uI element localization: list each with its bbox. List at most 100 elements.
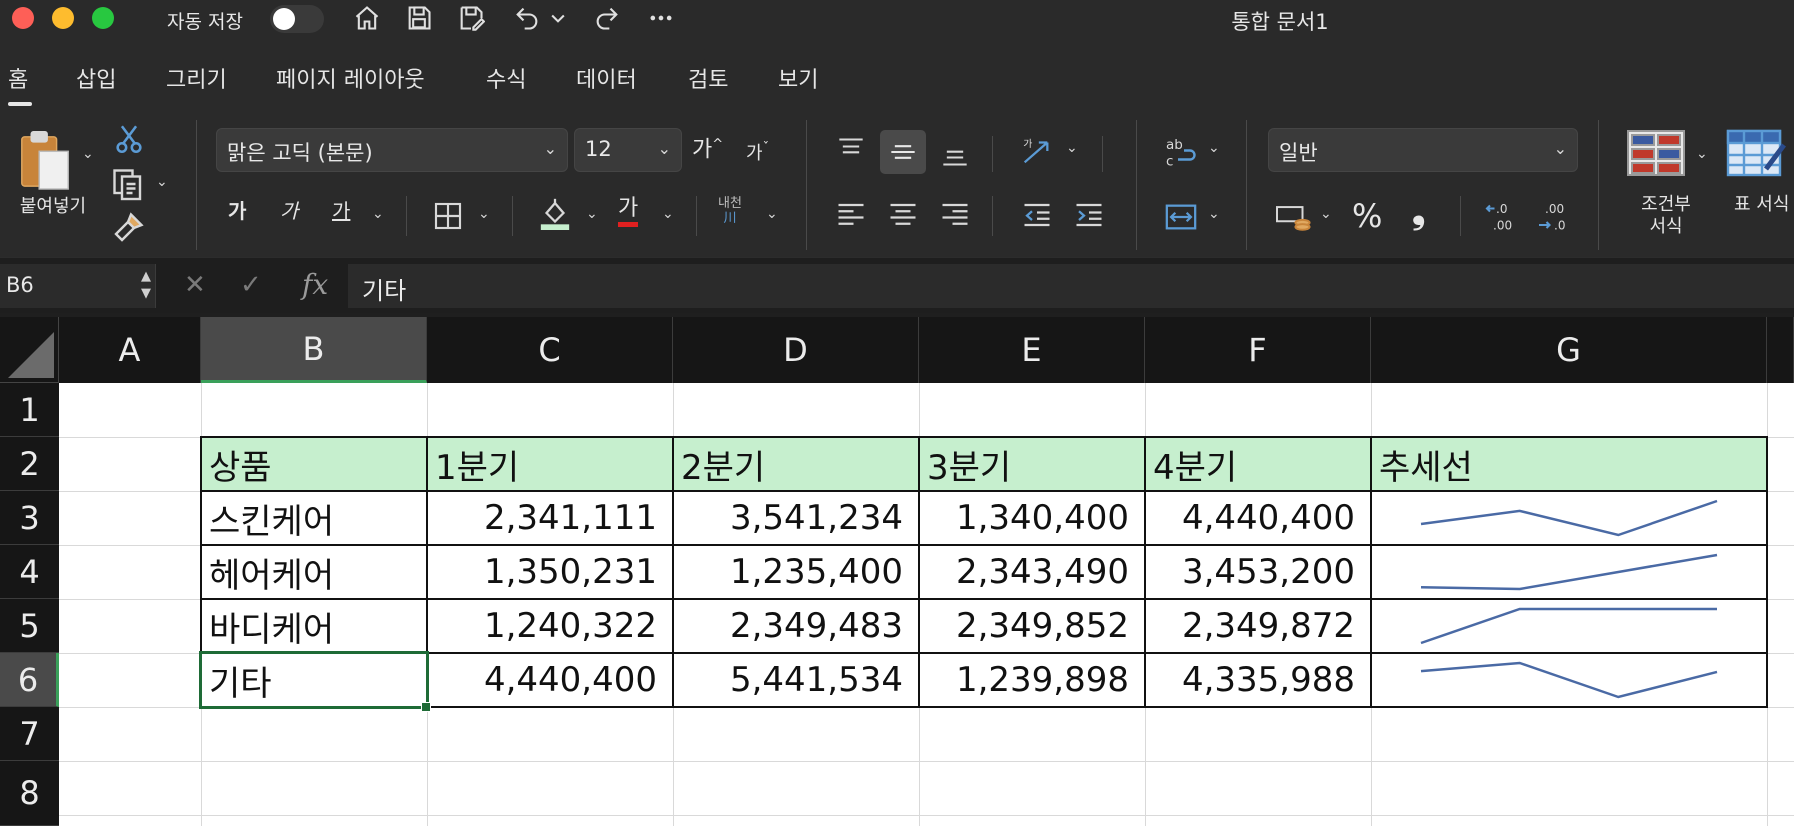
column-header-e[interactable]: E: [919, 317, 1145, 383]
sparkline-other[interactable]: [1371, 653, 1767, 707]
cell-c3[interactable]: 2,341,111: [427, 491, 673, 545]
conditional-formatting-icon[interactable]: [1626, 128, 1686, 178]
autosave-toggle[interactable]: [270, 5, 324, 33]
paste-label[interactable]: 붙여넣기: [8, 196, 98, 218]
font-size-dropdown[interactable]: 12 ⌄: [574, 128, 682, 172]
accounting-dropdown-chevron-icon[interactable]: ⌄: [1320, 206, 1332, 222]
underline-dropdown-chevron-icon[interactable]: ⌄: [372, 206, 384, 222]
column-header-h[interactable]: [1767, 317, 1794, 383]
tab-formulas[interactable]: 수식: [486, 62, 526, 94]
cell-c2[interactable]: 1분기: [427, 437, 673, 491]
cell-g2[interactable]: 추세선: [1371, 437, 1767, 491]
paste-icon[interactable]: [16, 128, 74, 192]
format-as-table-label[interactable]: 표 서식: [1734, 194, 1794, 216]
cell-e3[interactable]: 1,340,400: [919, 491, 1145, 545]
paste-dropdown-chevron-icon[interactable]: ⌄: [82, 146, 94, 162]
align-bottom-icon[interactable]: [940, 140, 970, 168]
undo-icon[interactable]: [510, 2, 544, 34]
row-header-6[interactable]: 6: [0, 653, 59, 707]
save-icon[interactable]: [402, 2, 436, 34]
increase-decimal-icon[interactable]: .0.00: [1484, 198, 1520, 234]
font-color-dropdown-chevron-icon[interactable]: ⌄: [662, 206, 674, 222]
borders-icon[interactable]: [432, 200, 464, 232]
row-header-2[interactable]: 2: [0, 437, 59, 491]
accounting-format-icon[interactable]: [1274, 200, 1314, 234]
cell-c5[interactable]: 1,240,322: [427, 599, 673, 653]
percent-style-button[interactable]: %: [1352, 196, 1382, 236]
decrease-decimal-icon[interactable]: .00.0: [1536, 198, 1572, 234]
cell-b4[interactable]: 헤어케어: [201, 545, 427, 599]
fill-handle[interactable]: [421, 702, 431, 712]
cancel-icon[interactable]: ✕: [184, 270, 206, 300]
fill-color-icon[interactable]: [538, 196, 572, 230]
cell-f2[interactable]: 4분기: [1145, 437, 1371, 491]
cut-icon[interactable]: [112, 122, 146, 156]
row-header-1[interactable]: 1: [0, 383, 59, 437]
font-name-dropdown[interactable]: 맑은 고딕 (본문) ⌄: [216, 128, 568, 172]
row-header-5[interactable]: 5: [0, 599, 59, 653]
italic-button[interactable]: 가: [280, 200, 298, 222]
tab-insert[interactable]: 삽입: [76, 62, 116, 94]
phonetic-dropdown-chevron-icon[interactable]: ⌄: [766, 206, 778, 222]
copy-icon[interactable]: [110, 166, 146, 202]
tab-view[interactable]: 보기: [778, 62, 818, 94]
format-as-table-icon[interactable]: [1726, 128, 1786, 178]
cell-e5[interactable]: 2,349,852: [919, 599, 1145, 653]
comma-style-button[interactable]: ❟: [1412, 192, 1425, 232]
enter-check-icon[interactable]: ✓: [240, 270, 262, 300]
cell-f5[interactable]: 2,349,872: [1145, 599, 1371, 653]
column-header-g[interactable]: G: [1371, 317, 1767, 383]
phonetic-button[interactable]: 내천 川: [718, 196, 742, 226]
sparkline-haircare[interactable]: [1371, 545, 1767, 599]
align-top-icon[interactable]: [836, 136, 866, 164]
cell-e4[interactable]: 2,343,490: [919, 545, 1145, 599]
merge-center-dropdown-chevron-icon[interactable]: ⌄: [1208, 206, 1220, 222]
orientation-dropdown-chevron-icon[interactable]: ⌄: [1066, 140, 1078, 156]
row-header-3[interactable]: 3: [0, 491, 59, 545]
sparkline-bodycare[interactable]: [1371, 599, 1767, 653]
decrease-indent-icon[interactable]: [1022, 200, 1052, 230]
increase-indent-icon[interactable]: [1074, 200, 1104, 230]
redo-icon[interactable]: [590, 2, 624, 34]
minimize-window-button[interactable]: [52, 7, 74, 29]
cell-f3[interactable]: 4,440,400: [1145, 491, 1371, 545]
conditional-formatting-label[interactable]: 조건부 서식: [1616, 194, 1716, 238]
column-header-a[interactable]: A: [59, 317, 201, 383]
merge-center-icon[interactable]: [1162, 200, 1200, 234]
row-header-4[interactable]: 4: [0, 545, 59, 599]
tab-home[interactable]: 홈: [8, 62, 28, 94]
shrink-font-button[interactable]: 가ˇ: [746, 138, 769, 165]
cell-d2[interactable]: 2분기: [673, 437, 919, 491]
sparkline-skincare[interactable]: [1371, 491, 1767, 545]
wrap-text-icon[interactable]: ab c: [1162, 134, 1200, 170]
tab-draw[interactable]: 그리기: [166, 62, 227, 94]
bold-button[interactable]: 가: [228, 200, 246, 222]
cell-b2[interactable]: 상품: [201, 437, 427, 491]
close-window-button[interactable]: [12, 7, 34, 29]
cell-d5[interactable]: 2,349,483: [673, 599, 919, 653]
orientation-icon[interactable]: 가: [1018, 134, 1054, 168]
column-header-b[interactable]: B: [201, 317, 427, 383]
formula-input[interactable]: 기타: [348, 264, 1794, 308]
cell-d3[interactable]: 3,541,234: [673, 491, 919, 545]
column-header-d[interactable]: D: [673, 317, 919, 383]
align-center-icon[interactable]: [888, 200, 918, 230]
home-icon[interactable]: [350, 2, 384, 34]
select-all-corner[interactable]: [0, 317, 59, 383]
font-color-button[interactable]: 가: [618, 196, 639, 227]
cell-f6[interactable]: 4,335,988: [1145, 653, 1371, 707]
number-format-dropdown[interactable]: 일반 ⌄: [1268, 128, 1578, 172]
copy-dropdown-chevron-icon[interactable]: ⌄: [156, 174, 168, 190]
column-header-c[interactable]: C: [427, 317, 673, 383]
grow-font-button[interactable]: 가^: [692, 134, 723, 161]
insert-function-icon[interactable]: fx: [302, 268, 328, 301]
cell-f4[interactable]: 3,453,200: [1145, 545, 1371, 599]
cell-d4[interactable]: 1,235,400: [673, 545, 919, 599]
format-painter-icon[interactable]: [110, 210, 146, 246]
cell-e6[interactable]: 1,239,898: [919, 653, 1145, 707]
underline-button[interactable]: 가: [332, 200, 350, 222]
cell-c4[interactable]: 1,350,231: [427, 545, 673, 599]
borders-dropdown-chevron-icon[interactable]: ⌄: [478, 206, 490, 222]
more-options-icon[interactable]: [644, 2, 678, 34]
cell-c6[interactable]: 4,440,400: [427, 653, 673, 707]
